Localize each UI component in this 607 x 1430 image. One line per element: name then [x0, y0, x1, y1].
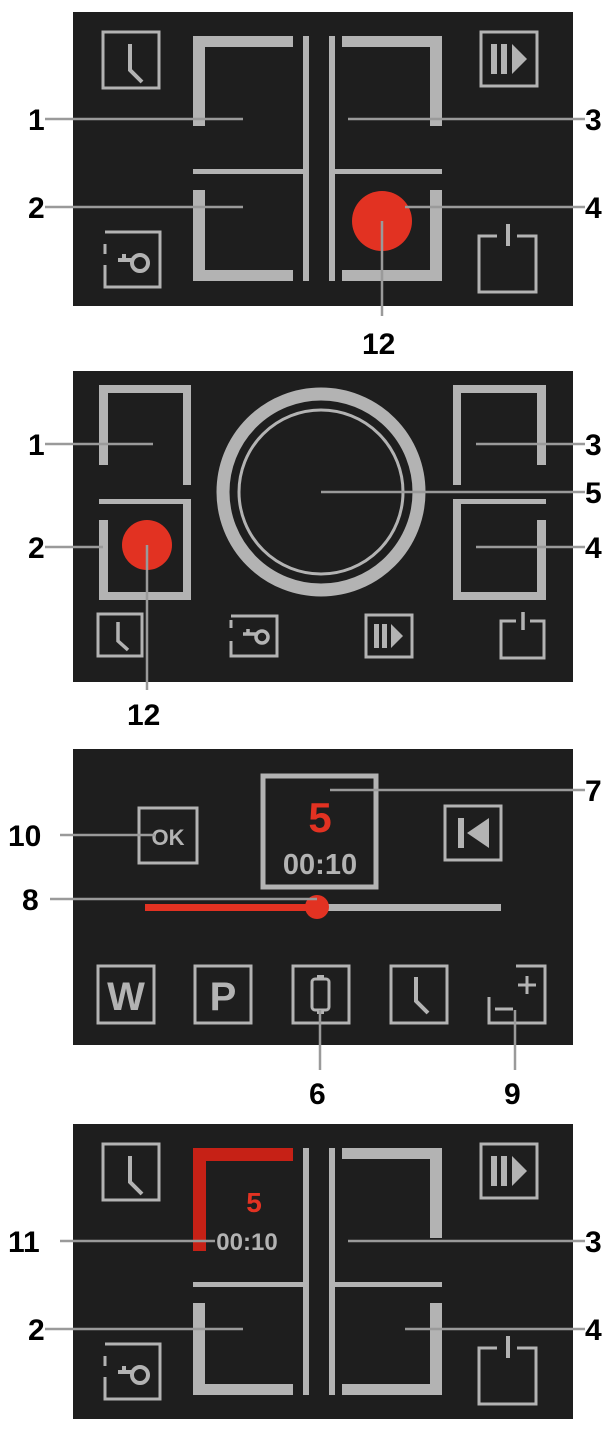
panel-four-zone: [45, 12, 585, 316]
callout-3: 3: [585, 1226, 602, 1259]
ok-label: OK: [152, 825, 185, 850]
callout-1: 1: [28, 104, 45, 137]
callout-9: 9: [504, 1078, 521, 1111]
timer-value: 00:10: [283, 849, 357, 881]
key-w-label: W: [107, 975, 145, 1019]
callout-2: 2: [28, 1314, 45, 1347]
callout-4: 4: [585, 1314, 602, 1347]
callout-3: 3: [585, 104, 602, 137]
callout-3: 3: [585, 429, 602, 462]
callout-7: 7: [585, 775, 602, 808]
callout-5: 5: [585, 477, 602, 510]
panel-flex-zone: [45, 371, 585, 690]
callout-11: 11: [8, 1226, 40, 1259]
slider-fill: [145, 904, 317, 911]
callout-4: 4: [585, 532, 602, 565]
callout-10: 10: [8, 820, 41, 853]
key-p-label: P: [210, 975, 237, 1019]
hob-control-diagram: 1 2 3 4 12 1 2 3 4 5 12 5 00:10 OK W P 1…: [8, 12, 602, 1419]
callout-2: 2: [28, 532, 45, 565]
power-level-value: 5: [308, 794, 331, 841]
panel-zone-timer: 5 00:10: [45, 1124, 585, 1419]
callout-12: 12: [127, 699, 160, 732]
panel-power-level: 5 00:10 OK W P: [50, 749, 585, 1070]
callout-4: 4: [585, 192, 602, 225]
callout-8: 8: [22, 884, 39, 917]
zone-power-level: 5: [246, 1187, 262, 1218]
callout-2: 2: [28, 192, 45, 225]
callout-12: 12: [362, 328, 395, 361]
callout-1: 1: [28, 429, 45, 462]
callout-6: 6: [309, 1078, 326, 1111]
zone-timer: 00:10: [216, 1229, 277, 1256]
